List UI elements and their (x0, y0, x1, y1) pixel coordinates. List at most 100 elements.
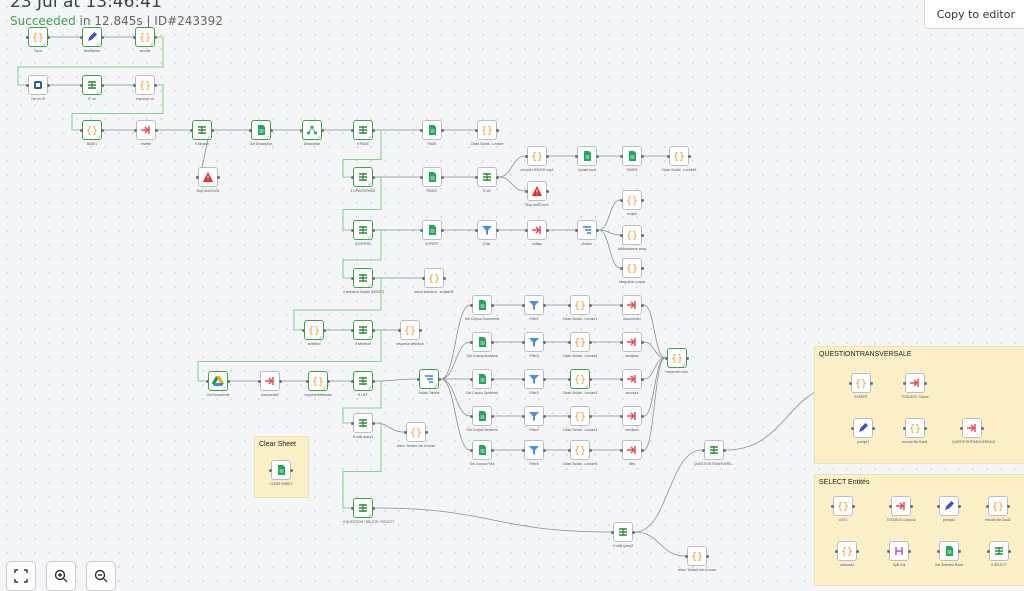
output-port[interactable] (852, 505, 855, 508)
zoom-out-button[interactable] (86, 561, 116, 591)
workflow-node[interactable] (887, 541, 911, 561)
workflow-node[interactable]: {} (26, 27, 50, 48)
output-port[interactable] (441, 176, 444, 179)
output-port[interactable] (419, 329, 422, 332)
workflow-node[interactable]: {} (398, 320, 422, 340)
workflow-node[interactable] (575, 146, 599, 166)
workflow-node[interactable] (620, 440, 644, 460)
input-port[interactable] (306, 380, 309, 383)
output-port[interactable] (706, 555, 709, 558)
output-port[interactable] (543, 341, 546, 344)
output-port[interactable] (641, 199, 644, 202)
workflow-node[interactable] (351, 320, 375, 341)
input-port[interactable] (249, 129, 252, 132)
input-port[interactable] (987, 550, 990, 553)
workflow-node[interactable]: {} (835, 541, 859, 561)
input-port[interactable] (258, 380, 261, 383)
input-port[interactable] (620, 449, 623, 452)
fit-view-button[interactable] (6, 561, 36, 591)
workflow-node[interactable] (417, 369, 441, 390)
output-port[interactable] (910, 505, 913, 508)
input-port[interactable] (26, 84, 29, 87)
workflow-node[interactable]: {} (568, 440, 592, 460)
input-port[interactable] (190, 129, 193, 132)
workflow-node[interactable] (620, 406, 644, 426)
output-port[interactable] (688, 155, 691, 158)
output-port[interactable] (589, 415, 592, 418)
output-port[interactable] (924, 427, 927, 430)
input-port[interactable] (475, 176, 478, 179)
workflow-node[interactable]: {} (849, 373, 873, 393)
output-port[interactable] (496, 176, 499, 179)
workflow-node[interactable]: {} (685, 546, 709, 566)
input-port[interactable] (960, 427, 963, 430)
input-port[interactable] (620, 199, 623, 202)
workflow-node[interactable]: {} (404, 422, 428, 442)
input-port[interactable] (665, 357, 668, 360)
workflow-node[interactable]: {} (422, 268, 446, 288)
workflow-node[interactable] (937, 541, 961, 561)
workflow-node[interactable] (522, 369, 546, 389)
workflow-node[interactable]: {} (903, 418, 927, 438)
input-port[interactable] (620, 234, 623, 237)
output-port[interactable] (496, 229, 499, 232)
output-port[interactable] (323, 329, 326, 332)
output-port[interactable] (47, 84, 50, 87)
workflow-node[interactable]: {} (306, 371, 330, 392)
output-port[interactable] (596, 155, 599, 158)
output-port[interactable] (491, 415, 494, 418)
workflow-node[interactable] (80, 75, 104, 96)
workflow-node[interactable] (351, 167, 375, 188)
input-port[interactable] (611, 531, 614, 534)
input-port[interactable] (470, 304, 473, 307)
output-port[interactable] (270, 129, 273, 132)
workflow-node[interactable]: {} (620, 190, 644, 210)
input-port[interactable] (685, 555, 688, 558)
output-port[interactable] (441, 229, 444, 232)
output-port[interactable] (47, 36, 50, 39)
output-port[interactable] (372, 277, 375, 280)
input-port[interactable] (522, 341, 525, 344)
input-port[interactable] (568, 304, 571, 307)
input-port[interactable] (470, 415, 473, 418)
sticky-question-transversale[interactable]: QUESTIONTRANSVERSALE (814, 346, 1024, 464)
zoom-in-button[interactable] (46, 561, 76, 591)
workflow-node[interactable] (470, 440, 494, 460)
output-port[interactable] (958, 550, 961, 553)
input-port[interactable] (620, 267, 623, 270)
output-port[interactable] (870, 382, 873, 385)
input-port[interactable] (568, 449, 571, 452)
output-port[interactable] (589, 304, 592, 307)
output-port[interactable] (372, 329, 375, 332)
workflow-node[interactable] (525, 181, 549, 201)
output-port[interactable] (321, 129, 324, 132)
input-port[interactable] (522, 304, 525, 307)
output-port[interactable] (279, 380, 282, 383)
workflow-node[interactable] (522, 440, 546, 460)
input-port[interactable] (133, 36, 136, 39)
workflow-node[interactable]: {} (568, 295, 592, 315)
workflow-node[interactable]: {} (667, 146, 691, 166)
workflow-node[interactable] (903, 373, 927, 393)
output-port[interactable] (491, 449, 494, 452)
workflow-node[interactable] (702, 440, 726, 460)
input-port[interactable] (568, 341, 571, 344)
workflow-node[interactable] (620, 369, 644, 389)
input-port[interactable] (525, 190, 528, 193)
output-port[interactable] (543, 378, 546, 381)
workflow-node[interactable]: {} (620, 258, 644, 278)
workflow-node[interactable] (80, 27, 104, 48)
output-port[interactable] (1008, 550, 1011, 553)
output-port[interactable] (227, 380, 230, 383)
output-port[interactable] (543, 304, 546, 307)
input-port[interactable] (196, 176, 199, 179)
input-port[interactable] (522, 378, 525, 381)
input-port[interactable] (525, 229, 528, 232)
input-port[interactable] (420, 129, 423, 132)
input-port[interactable] (351, 229, 354, 232)
workflow-node[interactable] (351, 371, 375, 392)
output-port[interactable] (372, 507, 375, 510)
input-port[interactable] (620, 341, 623, 344)
input-port[interactable] (702, 449, 705, 452)
workflow-node[interactable]: {} (475, 120, 499, 140)
